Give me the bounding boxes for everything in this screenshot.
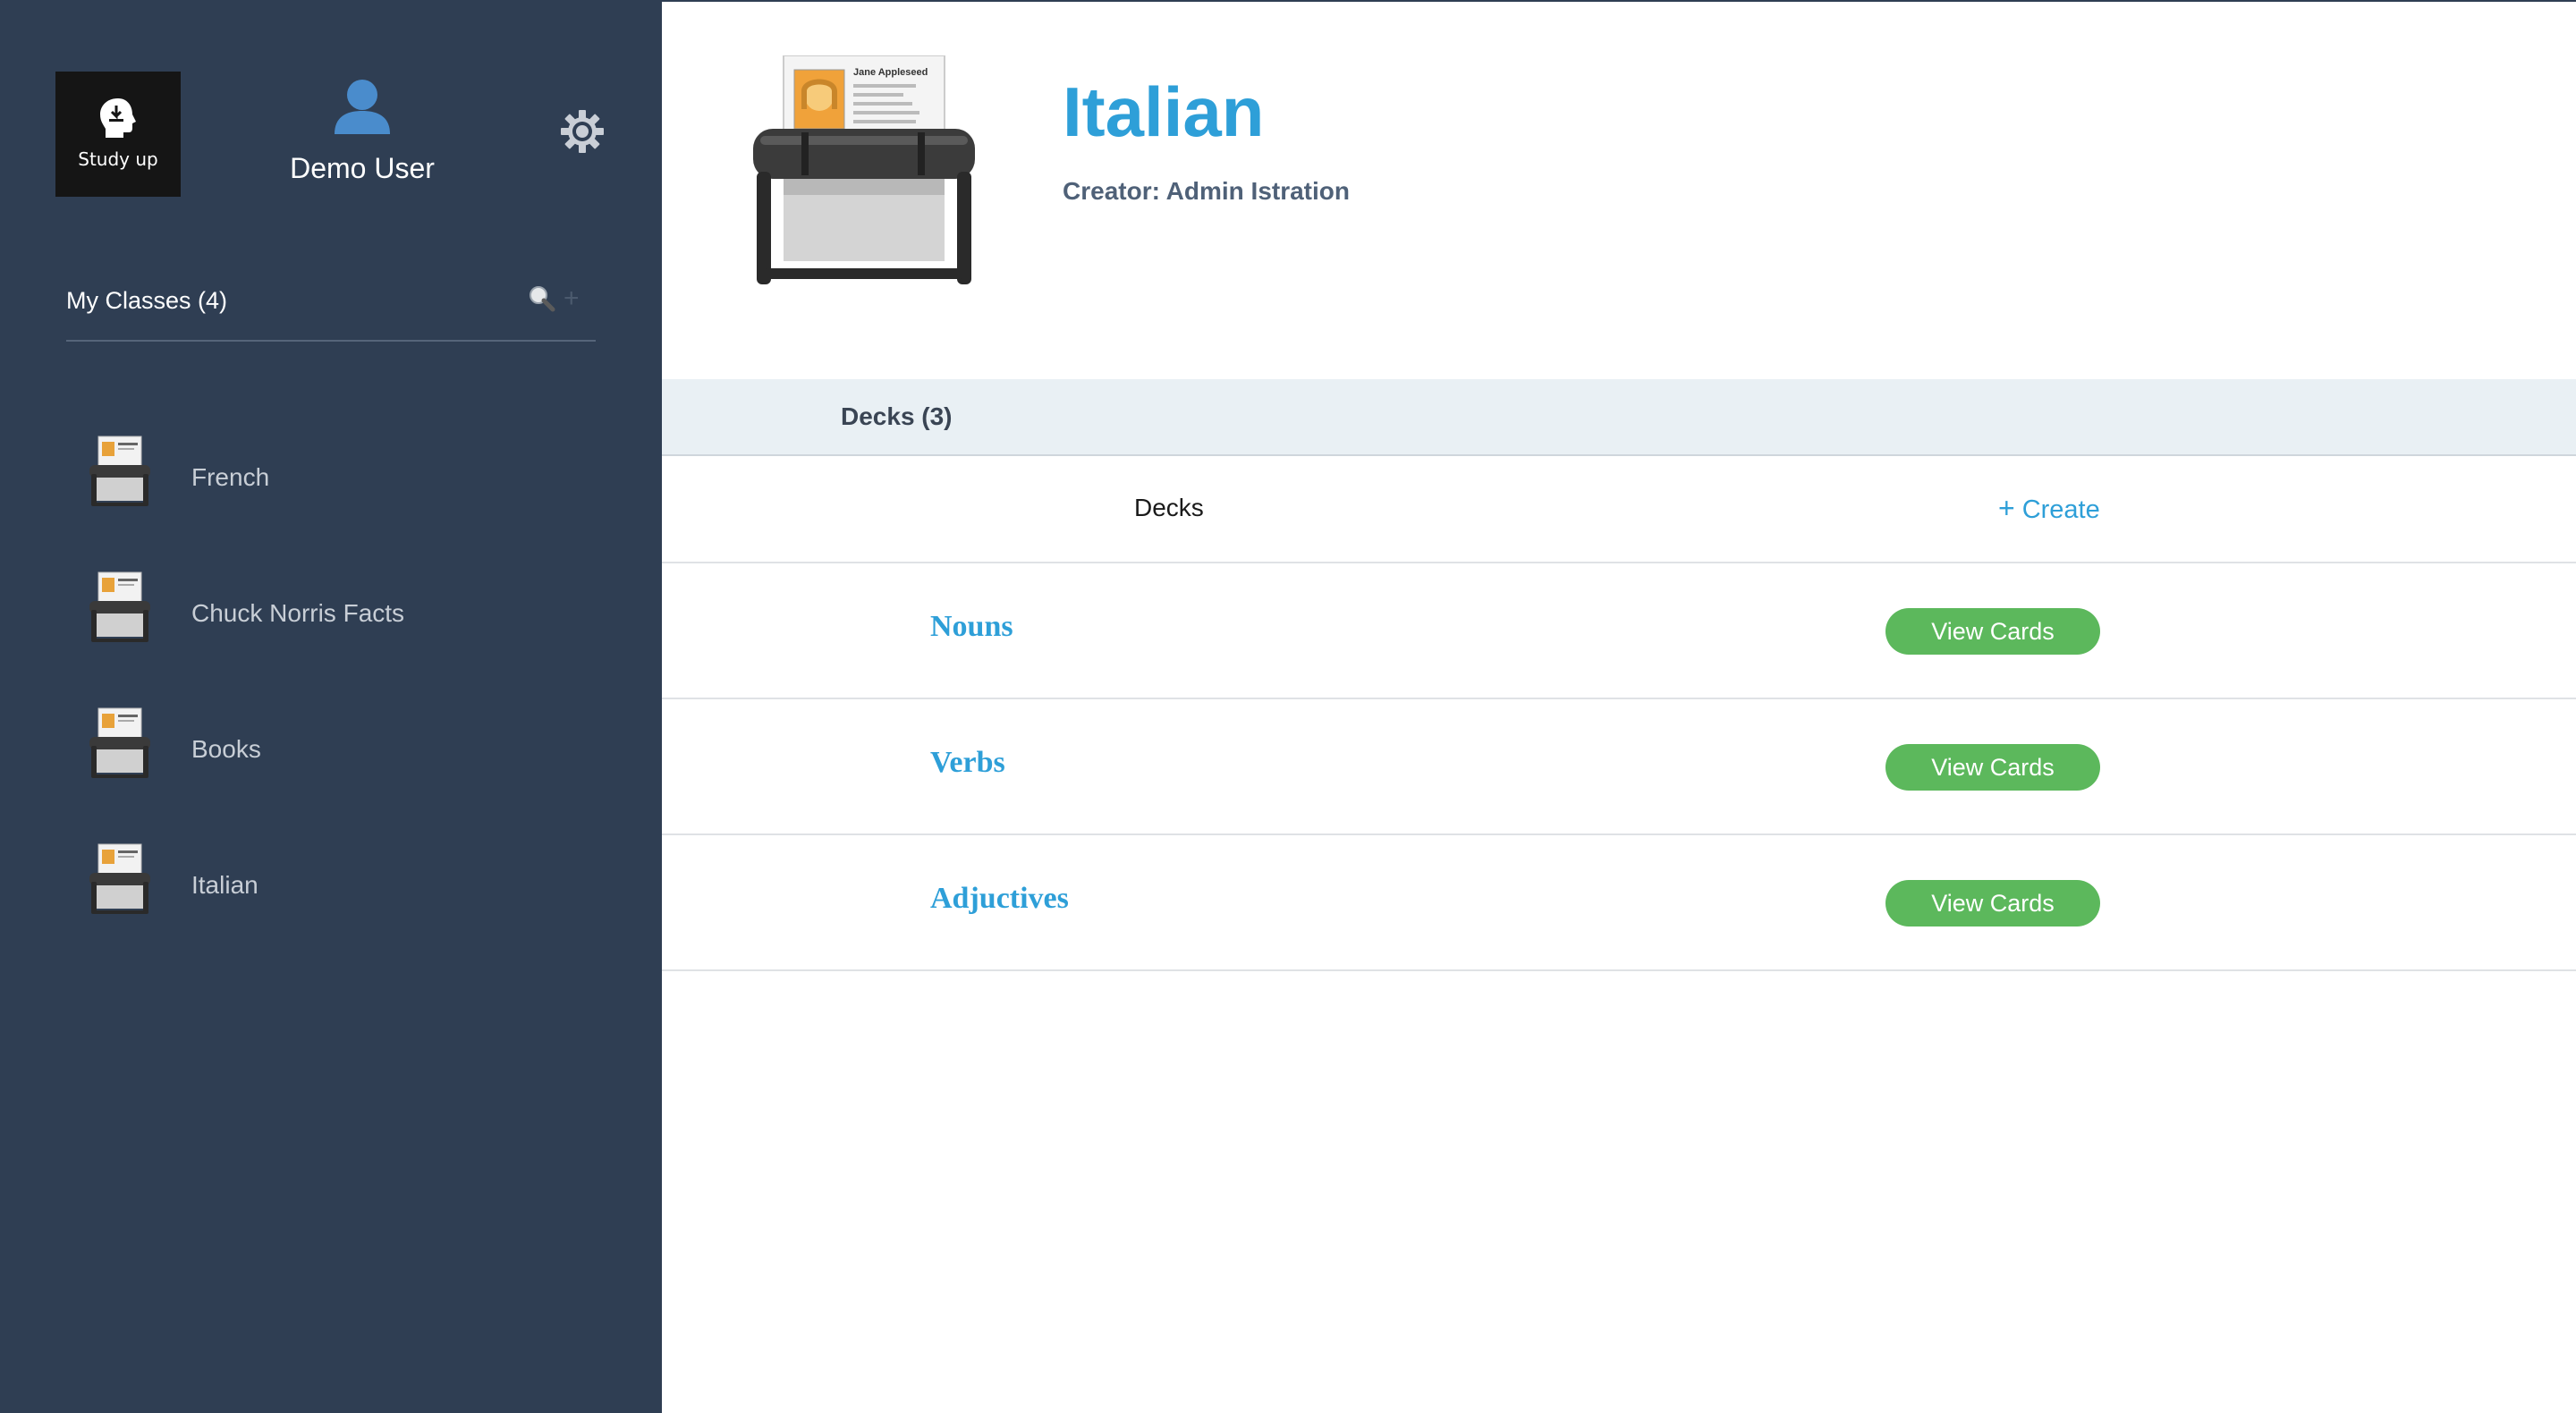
user-name[interactable]: Demo User xyxy=(268,152,456,185)
view-cards-button[interactable]: View Cards xyxy=(1885,880,2100,926)
page-title: Italian xyxy=(1063,72,1265,151)
card-file-icon xyxy=(89,436,150,506)
table-row: Nouns View Cards xyxy=(662,563,2576,699)
card-file-icon xyxy=(89,571,150,642)
card-file-icon xyxy=(89,707,150,778)
sidebar-item-chuck-norris-facts[interactable]: Chuck Norris Facts xyxy=(0,549,662,685)
card-name-text: Jane Appleseed xyxy=(853,67,928,78)
sidebar: Study up Demo User My Classes (4) + Fren… xyxy=(0,0,662,1413)
logo-text: Study up xyxy=(78,148,158,170)
study-up-logo-icon xyxy=(100,98,136,138)
sidebar-item-label: Books xyxy=(191,735,261,763)
view-cards-button[interactable]: View Cards xyxy=(1885,608,2100,655)
sidebar-item-label: Italian xyxy=(191,871,258,899)
create-deck-link[interactable]: + Create xyxy=(1998,492,2100,525)
my-classes-title: My Classes (4) xyxy=(66,287,228,314)
sidebar-item-italian[interactable]: Italian xyxy=(0,821,662,957)
main-content: Jane Appleseed Italian Creator: Admin Is… xyxy=(662,0,2576,1413)
sidebar-item-french[interactable]: French xyxy=(0,413,662,549)
add-class-icon[interactable]: + xyxy=(564,283,580,315)
deck-name-link[interactable]: Nouns xyxy=(930,610,1013,644)
card-file-icon: Jane Appleseed xyxy=(753,55,975,284)
gear-icon[interactable] xyxy=(560,109,605,154)
creator-label: Creator: Admin Istration xyxy=(1063,177,1350,205)
user-icon[interactable] xyxy=(331,77,394,136)
create-label: Create xyxy=(2021,495,2100,524)
table-row: Verbs View Cards xyxy=(662,699,2576,835)
card-file-icon xyxy=(89,843,150,914)
deck-name-link[interactable]: Verbs xyxy=(930,746,1005,780)
decks-table-header: Decks + Create xyxy=(662,456,2576,563)
study-up-logo[interactable]: Study up xyxy=(55,72,181,197)
view-cards-button[interactable]: View Cards xyxy=(1885,744,2100,791)
sidebar-item-label: Chuck Norris Facts xyxy=(191,599,405,627)
search-icon[interactable] xyxy=(528,284,556,313)
table-row: Adjuctives View Cards xyxy=(662,835,2576,971)
deck-name-link[interactable]: Adjuctives xyxy=(930,882,1069,916)
sidebar-item-label: French xyxy=(191,463,270,491)
plus-icon: + xyxy=(1998,492,2015,524)
column-header-decks: Decks xyxy=(1134,494,1204,521)
sidebar-item-books[interactable]: Books xyxy=(0,685,662,821)
decks-tab-bar: Decks (3) xyxy=(662,379,2576,456)
my-classes-header: My Classes (4) + xyxy=(66,283,596,342)
tab-decks[interactable]: Decks (3) xyxy=(841,402,953,431)
